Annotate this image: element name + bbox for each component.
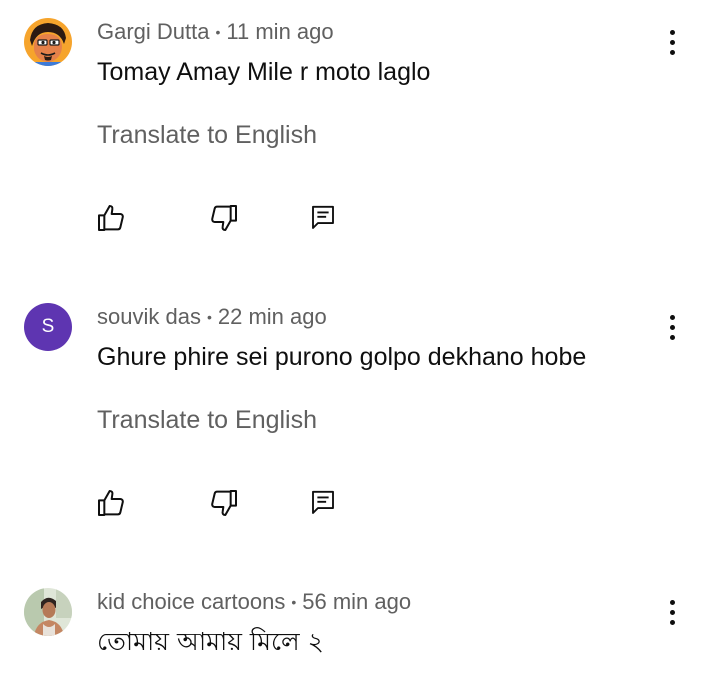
more-vert-dot xyxy=(669,49,675,55)
reply-button[interactable] xyxy=(305,485,341,521)
avatar[interactable] xyxy=(24,588,72,636)
more-vert-icon xyxy=(669,314,675,320)
dislike-button[interactable] xyxy=(206,200,242,236)
comment-item: S souvik das • 22 min ago Ghure phire sei … xyxy=(0,303,720,533)
author-name[interactable]: Gargi Dutta xyxy=(97,19,210,44)
comment-meta: souvik das • 22 min ago xyxy=(97,303,327,333)
more-vert-dot xyxy=(669,619,675,625)
thumb-down-icon xyxy=(211,205,237,231)
avatar-letter: S xyxy=(41,316,55,337)
dislike-button[interactable] xyxy=(206,485,242,521)
like-button[interactable] xyxy=(93,200,129,236)
reply-icon xyxy=(312,205,334,229)
more-vert-dot xyxy=(669,324,675,330)
comment-text: তোমায় আমায় মিলে ২ xyxy=(97,627,324,656)
more-options-button[interactable] xyxy=(656,307,688,347)
separator-dot: • xyxy=(291,594,297,610)
comment-meta: kid choice cartoons • 56 min ago xyxy=(97,588,411,618)
comment-text: Tomay Amay Mile r moto laglo xyxy=(97,58,431,86)
more-vert-dot xyxy=(669,609,675,615)
more-options-button[interactable] xyxy=(656,22,688,62)
author-name[interactable]: souvik das xyxy=(97,304,201,329)
translate-button[interactable]: Translate to English xyxy=(97,119,317,151)
like-button[interactable] xyxy=(93,485,129,521)
more-vert-dot xyxy=(669,334,675,340)
more-vert-icon xyxy=(669,29,675,35)
timestamp: 56 min ago xyxy=(302,589,412,614)
comment-meta: Gargi Dutta • 11 min ago xyxy=(97,18,334,48)
more-options-button[interactable] xyxy=(656,592,688,632)
separator-dot: • xyxy=(206,309,212,325)
thumb-up-icon xyxy=(98,490,124,516)
comment-item: kid choice cartoons • 56 min ago তোমায় আম… xyxy=(0,588,720,677)
reply-icon xyxy=(312,490,334,514)
translate-button[interactable]: Translate to English xyxy=(97,404,317,436)
more-vert-dot xyxy=(669,39,675,45)
avatar[interactable]: S xyxy=(24,303,72,351)
author-name[interactable]: kid choice cartoons xyxy=(97,589,285,614)
timestamp: 11 min ago xyxy=(226,19,334,44)
timestamp: 22 min ago xyxy=(217,304,327,329)
thumb-up-icon xyxy=(98,205,124,231)
avatar-photo xyxy=(24,588,72,636)
reply-button[interactable] xyxy=(305,200,341,236)
avatar-illustration xyxy=(24,18,72,66)
avatar[interactable] xyxy=(24,18,72,66)
thumb-down-icon xyxy=(211,490,237,516)
comment-item: Gargi Dutta • 11 min ago Tomay Amay Mile r… xyxy=(0,18,720,248)
comment-text: Ghure phire sei purono golpo dekhano hob… xyxy=(97,343,587,371)
more-vert-icon xyxy=(669,599,675,605)
separator-dot: • xyxy=(215,24,221,40)
